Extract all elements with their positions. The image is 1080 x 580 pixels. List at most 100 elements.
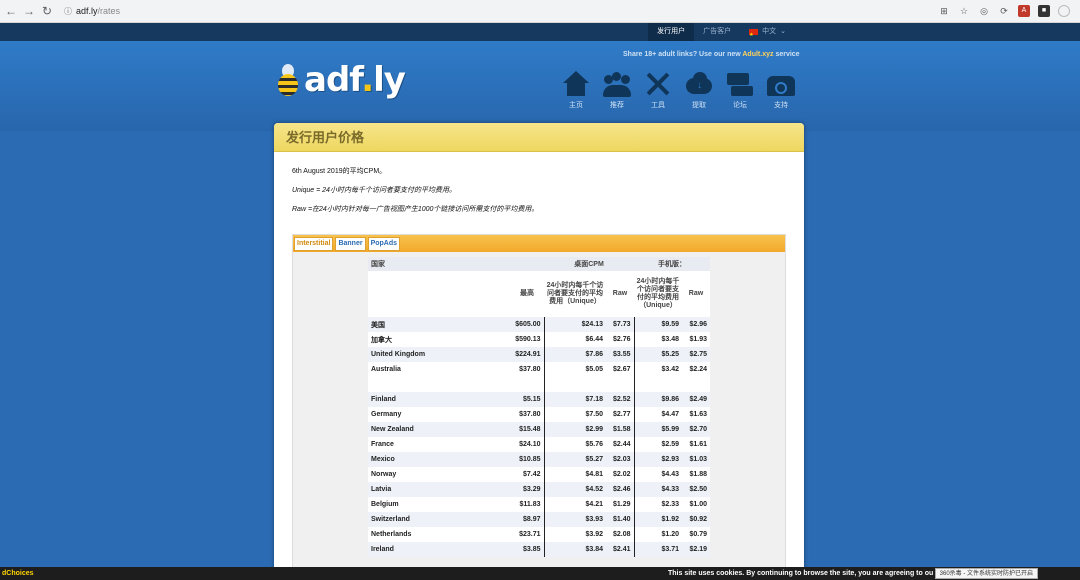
site-header — [0, 41, 1080, 131]
max-cell: $5.15 — [472, 392, 545, 407]
back-arrow-icon[interactable]: ← — [2, 4, 20, 18]
table-row: 加拿大 $590.13 $6.44 $2.76 $3.48 $1.93 — [368, 332, 710, 347]
nav-tools[interactable]: 工具 — [642, 70, 674, 110]
desktop-unique-cell: $7.18 — [544, 392, 606, 407]
home-icon — [561, 70, 591, 98]
mobile-unique-cell: $9.59 — [634, 317, 682, 332]
table-row: Netherlands $23.71 $3.92 $2.08 $1.20 $0.79 — [368, 527, 710, 542]
table-row: France $24.10 $5.76 $2.44 $2.59 $1.61 — [368, 437, 710, 452]
max-cell: $37.80 — [472, 362, 545, 377]
country-cell: France — [368, 437, 472, 452]
profile-icon[interactable] — [1058, 5, 1070, 17]
mobile-unique-cell: $9.86 — [634, 392, 682, 407]
nav-label: 推荐 — [610, 102, 624, 109]
mobile-unique-cell: $4.33 — [634, 482, 682, 497]
nav-forum[interactable]: 论坛 — [724, 70, 756, 110]
max-cell: $15.48 — [472, 422, 545, 437]
desktop-raw-cell: $2.08 — [606, 527, 635, 542]
chevron-down-icon: ⌄ — [780, 28, 786, 35]
spacer-cell — [368, 377, 472, 392]
info-icon[interactable]: ⓘ — [64, 6, 72, 17]
table-row: Latvia $3.29 $4.52 $2.46 $4.33 $2.50 — [368, 482, 710, 497]
table-row: Belgium $11.83 $4.21 $1.29 $2.33 $1.00 — [368, 497, 710, 512]
page-title: 发行用户价格 — [274, 123, 804, 152]
tab-banner[interactable]: Banner — [335, 236, 366, 251]
mobile-unique-cell: $2.59 — [634, 437, 682, 452]
desktop-unique-cell: $7.86 — [544, 347, 606, 362]
mobile-unique-cell: $3.42 — [634, 362, 682, 377]
extension-icon[interactable]: ◎ — [978, 5, 990, 17]
country-cell: United Kingdom — [368, 347, 472, 362]
mobile-unique-cell: $5.25 — [634, 347, 682, 362]
translate-icon[interactable]: ⊞ — [938, 5, 950, 17]
desktop-unique-cell: $7.50 — [544, 407, 606, 422]
tools-icon — [643, 70, 673, 98]
desktop-raw-cell: $2.77 — [606, 407, 635, 422]
nav-home[interactable]: 主页 — [560, 70, 592, 110]
forward-arrow-icon[interactable]: → — [20, 4, 38, 18]
tab-popads[interactable]: PopAds — [367, 236, 401, 251]
mobile-raw-cell: $2.19 — [682, 542, 710, 557]
mobile-raw-cell: $2.75 — [682, 347, 710, 362]
table-row: United Kingdom $224.91 $7.86 $3.55 $5.25 $2.7… — [368, 347, 710, 362]
adfly-logo[interactable]: adf.ly — [276, 60, 406, 100]
country-cell: 美国 — [368, 317, 472, 332]
country-cell: Belgium — [368, 497, 472, 512]
max-cell: $7.42 — [472, 467, 545, 482]
mobile-raw-cell: $1.03 — [682, 452, 710, 467]
reload-icon[interactable]: ↻ — [38, 4, 56, 18]
mobile-unique-cell: $3.71 — [634, 542, 682, 557]
nav-referrals[interactable]: 推荐 — [601, 70, 633, 110]
extension-icons: ⊞ ☆ ◎ ⟳ A ■ — [938, 5, 1070, 17]
cloud-download-icon: ↓ — [684, 70, 714, 98]
desktop-unique-cell: $4.52 — [544, 482, 606, 497]
desktop-raw-cell: $1.40 — [606, 512, 635, 527]
max-cell: $590.13 — [472, 332, 545, 347]
col-desktop-unique: 24小时内每千个访问者要支付的平均费用（Unique） — [544, 271, 606, 317]
table-row: Norway $7.42 $4.81 $2.02 $4.43 $1.88 — [368, 467, 710, 482]
mobile-raw-cell: $1.61 — [682, 437, 710, 452]
country-cell: Latvia — [368, 482, 472, 497]
mobile-raw-cell: $0.92 — [682, 512, 710, 527]
max-cell: $37.80 — [472, 407, 545, 422]
desktop-raw-cell: $7.73 — [606, 317, 635, 332]
desktop-unique-cell: $4.81 — [544, 467, 606, 482]
nav-support[interactable]: 支持 — [765, 70, 797, 110]
mobile-unique-cell: $5.99 — [634, 422, 682, 437]
col-max: 最高 — [472, 271, 544, 317]
desktop-unique-cell: $3.84 — [544, 542, 606, 557]
refresh-ext-icon[interactable]: ⟳ — [998, 5, 1010, 17]
table-row: New Zealand $15.48 $2.99 $1.58 $5.99 $2.70 — [368, 422, 710, 437]
col-country: 国家 — [368, 257, 472, 271]
pdf-icon[interactable]: A — [1018, 5, 1030, 17]
max-cell: $10.85 — [472, 452, 545, 467]
col-mobile-unique: 24小时内每千个访问者要支付的平均费用（Unique） — [634, 271, 682, 317]
spacer-cell — [634, 377, 682, 392]
desktop-raw-cell: $2.52 — [606, 392, 635, 407]
desktop-raw-cell: $2.41 — [606, 542, 635, 557]
mobile-raw-cell: $1.63 — [682, 407, 710, 422]
antivirus-toast[interactable]: 360杀毒 - 文件系统实时防护已开启 — [934, 568, 1038, 579]
rates-intro: 6th August 2019的平均CPM。 Unique = 24小时内每千个… — [274, 152, 804, 214]
account-icon[interactable]: ■ — [1038, 5, 1050, 17]
logo-wordmark: adf.ly — [304, 60, 406, 100]
adchoices-link[interactable]: dChoices — [0, 567, 34, 580]
max-cell: $23.71 — [472, 527, 545, 542]
tab-bar: Interstitial Banner PopAds — [293, 235, 785, 252]
bee-icon — [276, 64, 300, 96]
star-icon[interactable]: ☆ — [958, 5, 970, 17]
promo-link[interactable]: Adult.xyz — [742, 51, 773, 58]
intro-unique: Unique = 24小时内每千个访问者要支付的平均费用。 — [292, 187, 456, 194]
col-desktop-cpm: 桌面CPM — [544, 257, 634, 271]
nav-label: 支持 — [774, 102, 788, 109]
tab-interstitial[interactable]: Interstitial — [294, 236, 334, 251]
language-selector[interactable]: 中文 ⌄ — [740, 23, 795, 44]
tab-publisher[interactable]: 发行用户 — [648, 23, 695, 41]
col-mobile-raw: Raw — [682, 271, 710, 317]
nav-withdraw[interactable]: ↓ 提取 — [683, 70, 715, 110]
tab-advertiser[interactable]: 广告客户 — [694, 23, 740, 41]
table-row: Ireland $3.85 $3.84 $2.41 $3.71 $2.19 — [368, 542, 710, 557]
language-label: 中文 — [762, 28, 777, 35]
address-bar[interactable]: ⓘ adf.ly/rates — [64, 6, 120, 17]
rates-tabs: Interstitial Banner PopAds 国家 桌面CPM 手机版：… — [292, 234, 786, 580]
